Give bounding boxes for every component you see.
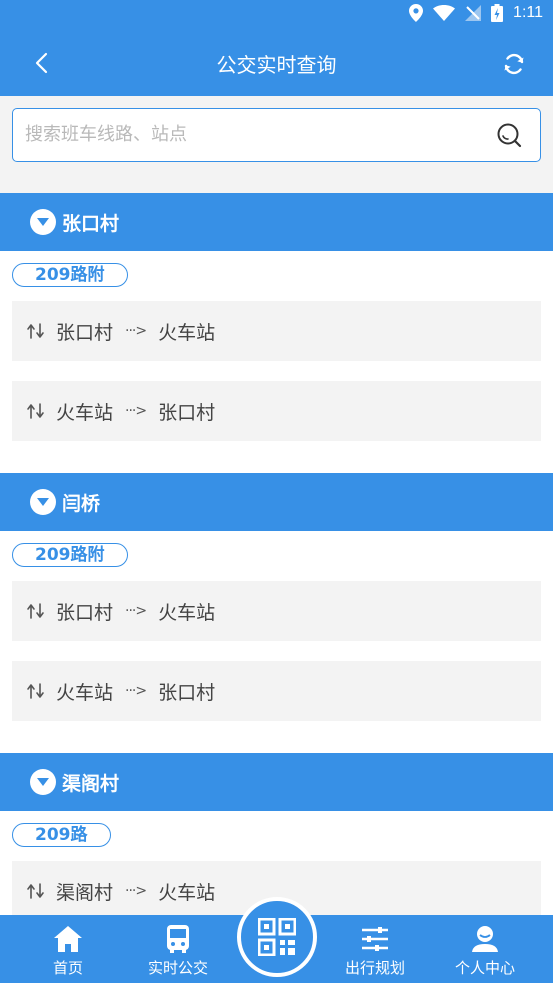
swap-icon xyxy=(27,883,44,899)
search-icon[interactable] xyxy=(496,122,522,148)
battery-icon xyxy=(491,4,504,22)
arrow-right-icon: ···> xyxy=(125,603,147,619)
wifi-icon xyxy=(433,5,456,21)
from-station: 张口村 xyxy=(56,321,114,344)
stop-name: 渠阁村 xyxy=(62,772,120,795)
route-direction-row[interactable]: 张口村 ···> 火车站 xyxy=(12,581,541,641)
to-station: 火车站 xyxy=(158,881,216,904)
swap-icon xyxy=(27,323,44,339)
status-time: 1:11 xyxy=(513,4,543,21)
qr-code-button[interactable] xyxy=(237,897,317,977)
nav-label: 出行规划 xyxy=(344,959,405,977)
swap-icon xyxy=(27,683,44,699)
home-icon xyxy=(52,923,84,955)
stop-header[interactable]: 张口村 xyxy=(0,193,553,251)
user-icon xyxy=(469,923,501,955)
top-bar: 公交实时查询 xyxy=(0,30,553,96)
search-box xyxy=(12,108,541,162)
arrow-right-icon: ···> xyxy=(125,683,147,699)
stop-body: 209路附 张口村 ···> 火车站 火车站 ···> 张口村 xyxy=(0,251,553,473)
page-title: 公交实时查询 xyxy=(216,53,337,77)
from-station: 火车站 xyxy=(56,681,114,704)
bus-icon xyxy=(162,923,194,955)
nav-personal-center[interactable]: 个人中心 xyxy=(430,915,540,983)
signal-icon xyxy=(465,5,482,21)
search-input[interactable] xyxy=(25,109,485,160)
from-station: 渠阁村 xyxy=(56,881,114,904)
route-badge[interactable]: 209路 xyxy=(12,823,111,847)
stop-name: 张口村 xyxy=(62,212,120,235)
to-station: 张口村 xyxy=(158,681,216,704)
caret-down-icon xyxy=(30,769,56,795)
swap-icon xyxy=(27,403,44,419)
stop-body: 209路附 张口村 ···> 火车站 火车站 ···> 张口村 xyxy=(0,531,553,753)
nav-home[interactable]: 首页 xyxy=(13,915,123,983)
stop-header[interactable]: 闫桥 xyxy=(0,473,553,531)
route-badge[interactable]: 209路附 xyxy=(12,263,128,287)
to-station: 火车站 xyxy=(158,601,216,624)
to-station: 张口村 xyxy=(158,401,216,424)
route-badge[interactable]: 209路附 xyxy=(12,543,128,567)
sliders-icon xyxy=(359,923,391,955)
nav-label: 首页 xyxy=(52,959,83,977)
refresh-icon xyxy=(504,53,524,75)
to-station: 火车站 xyxy=(158,321,216,344)
refresh-button[interactable] xyxy=(497,47,531,81)
route-direction-row[interactable]: 火车站 ···> 张口村 xyxy=(12,381,541,441)
swap-icon xyxy=(27,603,44,619)
section-spacer xyxy=(0,721,553,753)
stop-name: 闫桥 xyxy=(62,492,101,515)
nav-realtime-bus[interactable]: 实时公交 xyxy=(123,915,233,983)
arrow-right-icon: ···> xyxy=(125,403,147,419)
from-station: 张口村 xyxy=(56,601,114,624)
stop-list: 张口村 209路附 张口村 ···> 火车站 火车站 ···> 张口村 闫桥 2… xyxy=(0,178,553,921)
from-station: 火车站 xyxy=(56,401,114,424)
stop-header[interactable]: 渠阁村 xyxy=(0,753,553,811)
qr-code-icon xyxy=(258,918,296,956)
caret-down-icon xyxy=(30,489,56,515)
arrow-right-icon: ···> xyxy=(125,323,147,339)
route-direction-row[interactable]: 张口村 ···> 火车站 xyxy=(12,301,541,361)
location-icon xyxy=(409,4,424,22)
caret-down-icon xyxy=(30,209,56,235)
nav-label: 实时公交 xyxy=(147,959,208,977)
search-area xyxy=(0,96,553,178)
route-direction-row[interactable]: 火车站 ···> 张口村 xyxy=(12,661,541,721)
nav-label: 个人中心 xyxy=(454,959,515,977)
status-bar: 1:11 xyxy=(0,0,553,30)
section-spacer xyxy=(0,441,553,473)
nav-trip-planning[interactable]: 出行规划 xyxy=(320,915,430,983)
divider xyxy=(0,178,553,193)
arrow-right-icon: ···> xyxy=(125,883,147,899)
